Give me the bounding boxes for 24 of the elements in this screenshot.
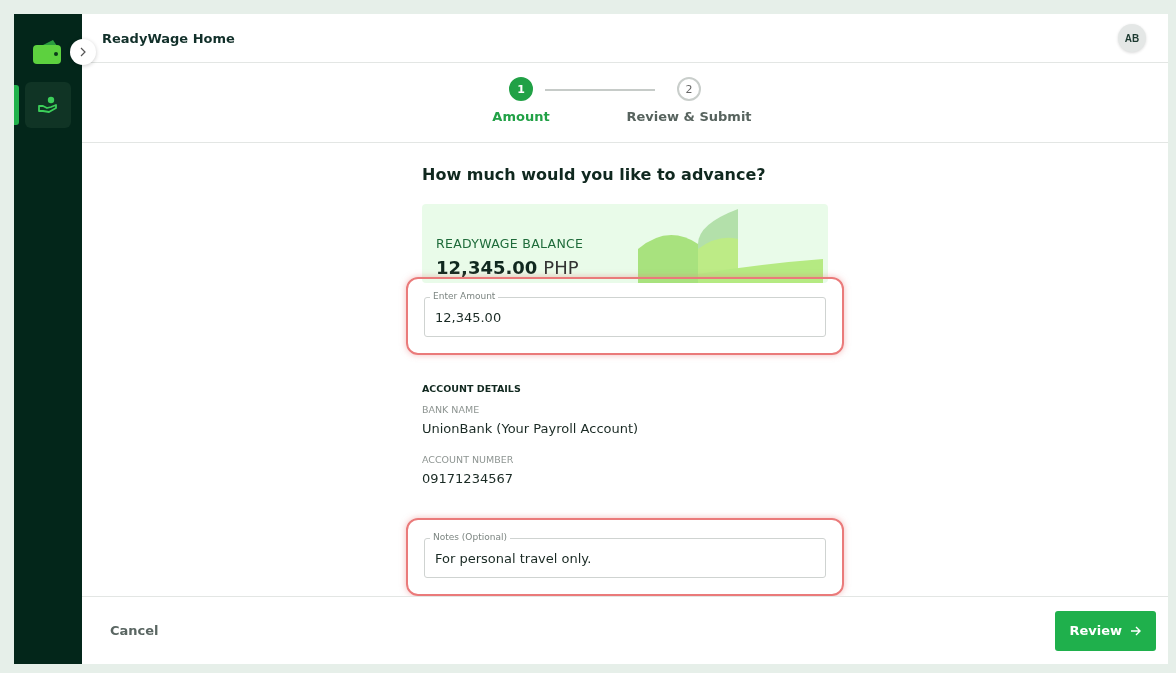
balance-amount: 12,345.00: [436, 257, 538, 278]
nav-item[interactable]: [25, 82, 71, 128]
step-number: 2: [677, 77, 701, 101]
currency: PHP: [543, 257, 579, 278]
expand-button[interactable]: [70, 39, 96, 65]
balance-label: READYWAGE BALANCE: [436, 236, 585, 251]
field-label: ACCOUNT NUMBER: [422, 454, 515, 465]
field-value: UnionBank (Your Payroll Account): [422, 421, 640, 436]
step-label: Review & Submit: [626, 109, 752, 124]
wallet-icon: [33, 40, 63, 64]
step-number: 1: [509, 77, 533, 101]
field-label: Notes (Optional): [430, 532, 510, 543]
arrow-right-icon: [1130, 624, 1142, 637]
hand-coin-icon: [38, 96, 58, 114]
cancel-button[interactable]: Cancel: [100, 615, 169, 646]
chevron-right-icon: [78, 47, 88, 57]
avatar[interactable]: AB: [1118, 24, 1146, 52]
section-heading: ACCOUNT DETAILS: [422, 383, 522, 394]
field-label: BANK NAME: [422, 404, 481, 415]
form-heading: How much would you like to advance?: [422, 165, 767, 184]
page-title: ReadyWage Home: [102, 30, 235, 46]
field-value: 09171234567: [422, 471, 514, 486]
field-label: Enter Amount: [430, 291, 499, 302]
step-label: Amount: [492, 109, 550, 124]
